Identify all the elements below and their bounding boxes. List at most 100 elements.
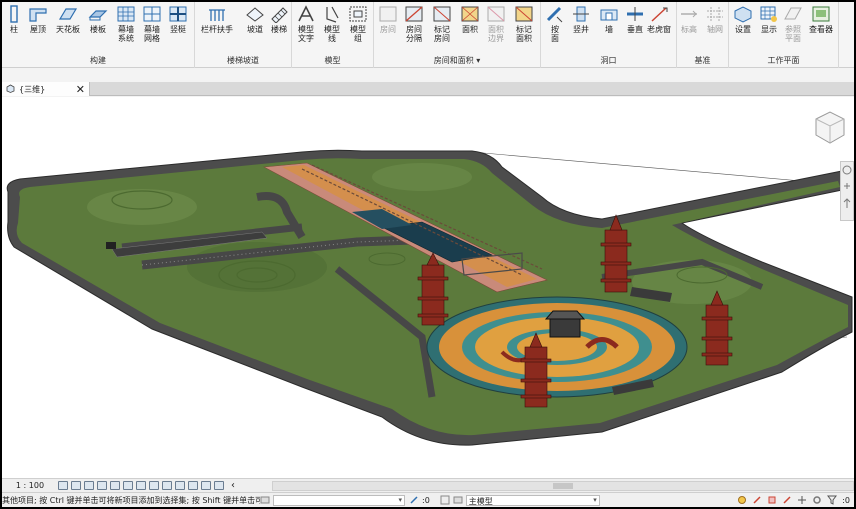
show-crop-icon[interactable] [136,481,146,490]
sun-path-icon[interactable] [84,481,94,490]
filter-icon[interactable] [827,495,838,505]
3d-viewport[interactable] [2,97,854,478]
shaft-tool[interactable]: 竖井 [571,4,591,34]
curtain-grid-tool[interactable]: 幕墙 网格 [142,4,162,43]
by-face-tool[interactable]: 按面 [545,4,565,43]
grid-tool[interactable]: 轴网 [705,4,725,34]
area-tool[interactable]: 面积 [460,4,480,34]
viewcube[interactable] [810,107,850,147]
dormer-label: 老虎窗 [647,25,671,34]
column-tool[interactable]: 柱 [4,4,24,34]
crop-view-icon[interactable] [123,481,133,490]
curtain-grid-icon [142,4,162,24]
select-underlay-icon[interactable] [752,495,762,505]
room-separator-label: 房间 分隔 [406,25,422,43]
tab-3d-view[interactable]: {三维} ✕ [2,82,90,96]
railing-tool[interactable]: 栏杆扶手 [201,4,233,34]
design-option-value: 主模型 [468,496,493,506]
vertical-opening-tool[interactable]: 垂直 [625,4,645,34]
roof-tool[interactable]: 屋顶 [28,4,48,34]
drag-elements-icon[interactable] [797,495,807,505]
render-icon[interactable] [110,481,120,490]
panel-datum-label: 基准 [694,56,711,65]
room-separator-tool[interactable]: 房间 分隔 [404,4,424,43]
viewer-icon [811,4,831,24]
mullion-icon [168,4,188,24]
shadows-icon[interactable] [97,481,107,490]
model-line-tool[interactable]: 模型线 [322,4,342,43]
ribbon: 柱 屋顶 天花板 楼板 幕墙 系统 幕墙 网格 竖梃 构建 栏杆扶手 坡道 楼梯… [2,2,854,68]
horizontal-scrollbar[interactable] [272,481,854,491]
analytical-model-icon[interactable] [201,481,211,490]
ceiling-tool[interactable]: 天花板 [56,4,80,34]
vertical-opening-label: 垂直 [627,25,643,34]
model-text-tool[interactable]: 模型 文字 [296,4,316,43]
panel-stairs-label: 楼梯坡道 [227,56,259,65]
wall-opening-tool[interactable]: 墙 [599,4,619,34]
panel-workplane: 设置 显示 参照 平面 查看器 工作平面 [729,2,839,68]
ceiling-label: 天花板 [56,25,80,34]
design-options-icon[interactable] [440,495,450,505]
chevron-down-icon: ▾ [398,495,402,504]
area-boundary-tool[interactable]: 面积 边界 [486,4,506,43]
detail-level-icon[interactable] [58,481,68,490]
tag-area-icon [514,4,534,24]
model-line-label: 模型线 [324,25,340,43]
site-model-render [6,149,853,446]
dormer-tool[interactable]: 老虎窗 [647,4,671,34]
set-workplane-tool[interactable]: 设置 [733,4,753,34]
tag-room-icon [432,4,452,24]
show-workplane-tool[interactable]: 显示 [759,4,779,34]
close-icon[interactable]: ✕ [76,84,85,95]
panel-build-label: 构建 [90,56,106,65]
scrollbar-thumb[interactable] [553,483,573,489]
mullion-label: 竖梃 [170,25,186,34]
area-label: 面积 [462,25,478,34]
stair-tool[interactable]: 楼梯 [269,4,289,34]
lock-view-icon[interactable] [149,481,159,490]
design-option-combo[interactable]: 主模型 ▾ [465,494,600,506]
model-group-icon [348,4,368,24]
floor-tool[interactable]: 楼板 [88,4,108,34]
workset-combo[interactable]: ▾ [273,494,405,506]
temporary-hide-icon[interactable] [162,481,172,490]
room-tool[interactable]: 房间 [378,4,398,34]
worksharing-display-icon[interactable] [188,481,198,490]
ref-plane-tool[interactable]: 参照 平面 [783,4,803,43]
stair-icon [269,4,289,24]
chevron-down-icon: ▾ [593,495,597,504]
select-pinned-icon[interactable] [767,495,777,505]
curtain-system-tool[interactable]: 幕墙 系统 [116,4,136,43]
room-separator-icon [404,4,424,24]
grid-icon [705,4,725,24]
set-workplane-icon [733,4,753,24]
select-by-face-icon[interactable] [782,495,792,505]
vertical-opening-icon [625,4,645,24]
panel-rooms-label[interactable]: 房间和面积 ▾ [374,55,540,66]
navigation-bar[interactable] [840,161,854,221]
editable-only-icon[interactable] [409,495,419,505]
visual-style-icon[interactable] [71,481,81,490]
tag-area-tool[interactable]: 标记 面积 [514,4,534,43]
view-scale[interactable]: 1 : 100 [2,481,58,490]
tag-room-tool[interactable]: 标记 房间 [432,4,452,43]
reveal-hidden-icon[interactable] [175,481,185,490]
settings-icon[interactable] [812,495,822,505]
wall-opening-label: 墙 [605,25,613,34]
status-message: 其他项目; 按 Ctrl 键并单击可将新项目添加到选择集; 按 Shift 键并… [2,495,260,505]
set-workplane-label: 设置 [735,25,751,34]
revit-window: 柱 屋顶 天花板 楼板 幕墙 系统 幕墙 网格 竖梃 构建 栏杆扶手 坡道 楼梯… [2,2,854,507]
roof-icon [28,4,48,24]
ramp-tool[interactable]: 坡道 [245,4,265,34]
highlight-displacement-icon[interactable] [214,481,224,490]
workset-icon[interactable] [260,495,270,505]
mullion-tool[interactable]: 竖梃 [168,4,188,34]
scroll-left-arrow[interactable]: ‹ [231,480,235,491]
select-links-icon[interactable] [737,495,747,505]
view-tab-bar: {三维} ✕ [2,82,854,96]
wall-opening-icon [599,4,619,24]
model-group-tool[interactable]: 模型组 [348,4,368,43]
viewer-tool[interactable]: 查看器 [809,4,833,34]
curtain-grid-label: 幕墙 网格 [144,25,160,43]
level-tool[interactable]: 标高 [679,4,699,34]
